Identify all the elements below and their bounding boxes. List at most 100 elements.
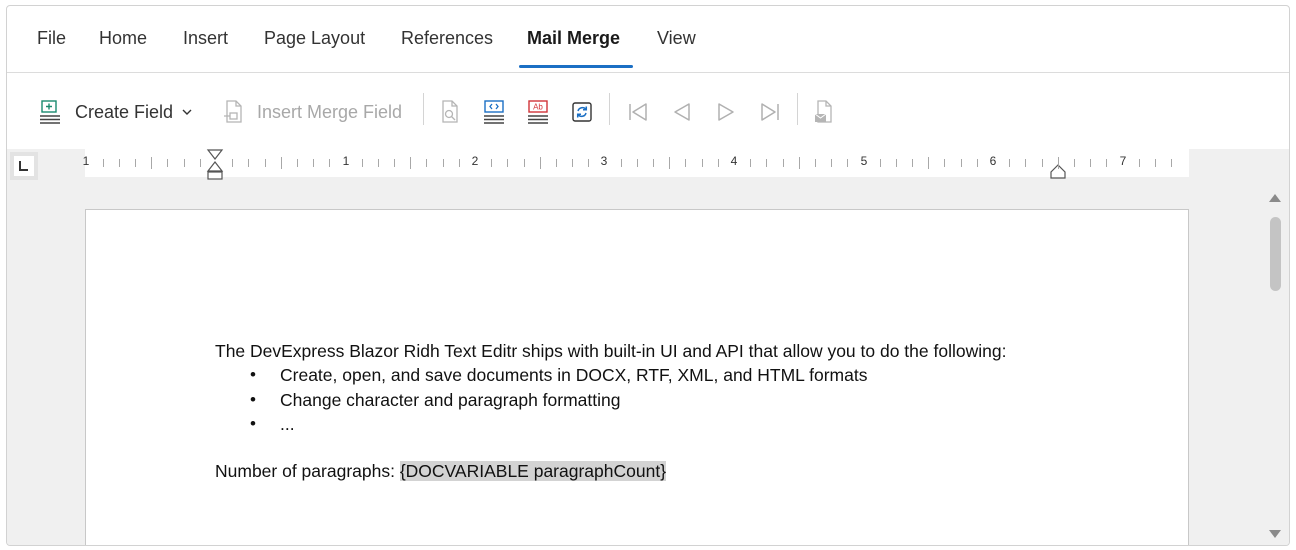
vertical-scrollbar[interactable]: [1263, 189, 1287, 545]
first-record-icon: [627, 101, 649, 123]
bullet-marker: •: [250, 414, 256, 433]
first-record-button[interactable]: [625, 97, 651, 127]
ruler-tick: [636, 159, 638, 167]
ruler-number: 1: [82, 154, 90, 168]
rich-text-editor: File Home Insert Page Layout References …: [6, 5, 1290, 546]
previous-record-icon: [671, 101, 693, 123]
ruler-tick: [701, 159, 703, 167]
ruler-number: 1: [342, 154, 350, 168]
tab-stop-selector[interactable]: [10, 152, 38, 180]
tab-page-layout[interactable]: Page Layout: [264, 28, 365, 49]
tab-insert[interactable]: Insert: [183, 28, 228, 49]
refresh-icon: [570, 100, 594, 124]
field-codes-icon: [482, 99, 506, 125]
ruler-tick: [944, 159, 946, 167]
ruler-tick: [394, 159, 396, 167]
create-field-label: Create Field: [75, 101, 174, 122]
ruler-tick: [685, 159, 687, 167]
intro-paragraph: The DevExpress Blazor Ridh Text Editr sh…: [215, 341, 1007, 361]
tab-view[interactable]: View: [657, 28, 696, 49]
ruler-tick: [280, 157, 282, 169]
paragraph-count-line: Number of paragraphs: {DOCVARIABLE parag…: [215, 461, 667, 482]
show-field-results-button[interactable]: Ab: [525, 97, 551, 127]
ruler-tick: [329, 159, 331, 167]
last-record-icon: [759, 101, 781, 123]
ruler-tick: [296, 159, 298, 167]
previous-record-button[interactable]: [669, 97, 695, 127]
tab-home[interactable]: Home: [99, 28, 147, 49]
ruler-tick: [1090, 159, 1092, 167]
ruler-number: 3: [600, 154, 608, 168]
document-area: 1 1 2 3 4 5 6 7 The DevExpress Blazor Ri…: [7, 149, 1289, 545]
ruler-tick: [426, 159, 428, 167]
ruler-tick: [814, 159, 816, 167]
ruler-tick: [928, 157, 930, 169]
bullet-marker: •: [250, 390, 256, 409]
ruler-tick: [1009, 159, 1011, 167]
horizontal-ruler[interactable]: 1 1 2 3 4 5 6 7: [82, 149, 1189, 180]
ruler-tick: [248, 159, 250, 167]
tab-mail-merge[interactable]: Mail Merge: [527, 28, 620, 49]
ruler-number: 7: [1119, 154, 1127, 168]
mail-merge-icon: [813, 99, 835, 125]
ribbon-toolbar: Create Field Insert Merge Field Ab: [7, 73, 1289, 149]
scroll-up-icon[interactable]: [1268, 193, 1282, 203]
ruler-tick: [798, 157, 800, 169]
ruler-number: 5: [860, 154, 868, 168]
update-fields-button[interactable]: [569, 97, 595, 127]
paragraph-count-label: Number of paragraphs:: [215, 461, 400, 481]
scrollbar-thumb[interactable]: [1270, 217, 1281, 291]
ruler-tick: [960, 159, 962, 167]
show-field-codes-button[interactable]: [481, 97, 507, 127]
next-record-button[interactable]: [713, 97, 739, 127]
mail-merge-button[interactable]: [811, 97, 837, 127]
insert-merge-field-button[interactable]: Insert Merge Field: [223, 97, 402, 127]
ruler-tick: [1154, 159, 1156, 167]
next-record-icon: [715, 101, 737, 123]
ruler-tick: [912, 159, 914, 167]
ruler-tick: [523, 159, 525, 167]
ruler-tick: [847, 159, 849, 167]
ruler-number: 4: [730, 154, 738, 168]
ruler-tick: [135, 159, 137, 167]
ruler-tick: [1171, 159, 1173, 167]
ruler-tick: [831, 159, 833, 167]
ruler-tick: [491, 159, 493, 167]
tab-file[interactable]: File: [37, 28, 66, 49]
ruler-tick: [1025, 159, 1027, 167]
chevron-down-icon: [181, 106, 193, 118]
ruler-tick: [717, 159, 719, 167]
ruler-tick: [895, 159, 897, 167]
ruler-tick: [313, 159, 315, 167]
svg-text:Ab: Ab: [533, 103, 543, 112]
create-field-icon: [37, 99, 63, 125]
docvariable-field[interactable]: {DOCVARIABLE paragraphCount}: [399, 461, 667, 481]
ruler-tick: [766, 159, 768, 167]
last-record-button[interactable]: [757, 97, 783, 127]
ruler-tick: [572, 159, 574, 167]
ruler-tick: [118, 159, 120, 167]
list-item: ...: [280, 414, 295, 434]
tab-references[interactable]: References: [401, 28, 493, 49]
ruler-number: 2: [471, 154, 479, 168]
ruler-tick: [232, 159, 234, 167]
show-all-field-codes-button[interactable]: [437, 97, 463, 127]
ruler-tick: [555, 159, 557, 167]
create-field-button[interactable]: Create Field: [37, 97, 193, 127]
ruler-tick: [588, 159, 590, 167]
ruler-tick: [750, 159, 752, 167]
insert-merge-field-icon: [223, 99, 245, 125]
scroll-down-icon[interactable]: [1268, 529, 1282, 539]
ruler-tick: [199, 159, 201, 167]
ruler-tick: [1138, 159, 1140, 167]
ruler-tick: [183, 159, 185, 167]
active-tab-indicator: [519, 65, 633, 68]
list-item: Change character and paragraph formattin…: [280, 390, 621, 410]
ruler-tick: [669, 157, 671, 169]
bullet-marker: •: [250, 365, 256, 384]
ruler-tick: [102, 159, 104, 167]
ruler-tick: [507, 159, 509, 167]
list-item: Create, open, and save documents in DOCX…: [280, 365, 868, 385]
document-page[interactable]: The DevExpress Blazor Ridh Text Editr sh…: [85, 209, 1189, 545]
indent-marker[interactable]: [206, 149, 224, 189]
